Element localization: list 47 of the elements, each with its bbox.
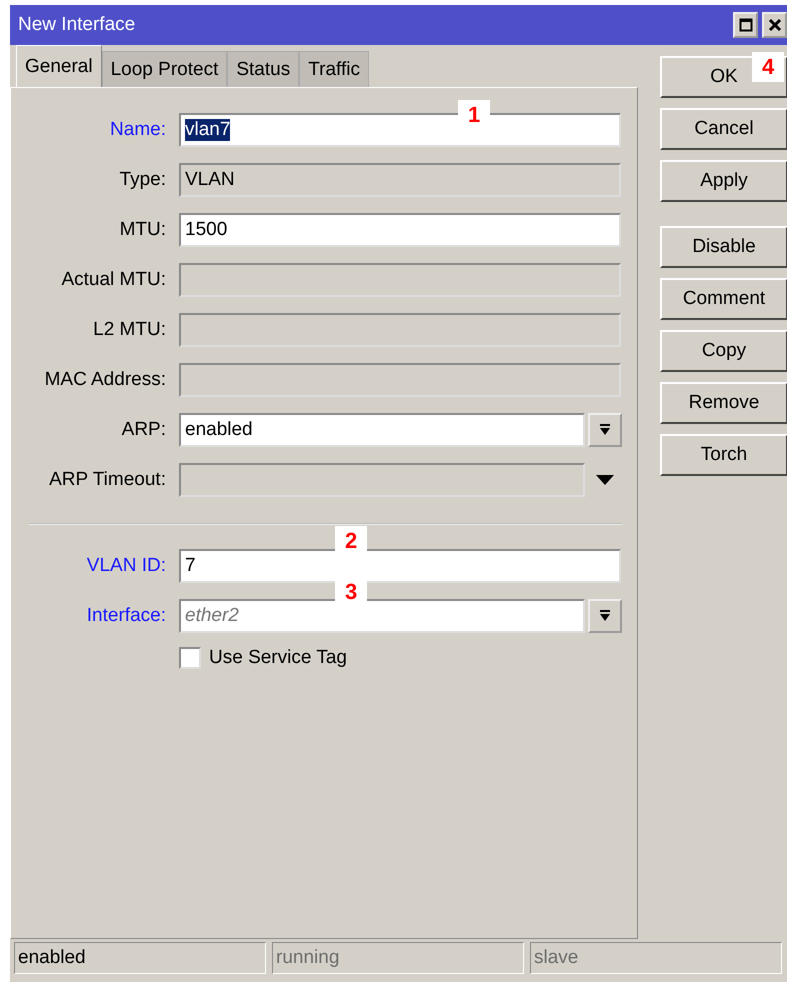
tab[interactable]: Loop Protect (102, 51, 228, 87)
dropdown-button[interactable] (588, 413, 622, 447)
field-label: Interface: (86, 605, 166, 627)
window-title: New Interface (18, 14, 136, 36)
dropdown-arrow-icon[interactable] (596, 475, 614, 485)
field-label: MTU: (118, 219, 166, 241)
field-label: L2 MTU: (92, 319, 166, 341)
field-value: 7 (185, 555, 196, 577)
tab[interactable]: Traffic (299, 51, 369, 87)
dropdown-field[interactable]: enabled (179, 413, 585, 447)
dialog-button[interactable]: Copy (660, 330, 787, 372)
dropdown-field[interactable]: ether2 (179, 599, 585, 633)
dialog-button[interactable]: Comment (660, 278, 787, 320)
dropdown-arrow-icon (599, 423, 611, 437)
field-value: VLAN (185, 169, 235, 191)
dropdown-arrow-icon (599, 609, 611, 623)
close-icon (768, 18, 782, 32)
checkbox-label: Use Service Tag (209, 647, 347, 669)
status-cell: slave (530, 942, 782, 974)
field-label: Name: (109, 119, 166, 141)
input-field[interactable]: 7 (179, 549, 621, 583)
dialog-button[interactable]: Cancel (660, 108, 787, 150)
dialog-button[interactable]: Remove (660, 382, 787, 424)
field-placeholder: ether2 (185, 605, 239, 627)
status-cell: enabled (14, 942, 266, 974)
input-field[interactable]: 1500 (179, 213, 621, 247)
field-value: vlan7 (185, 119, 230, 141)
field-label: VLAN ID: (86, 555, 166, 577)
field-label: Actual MTU: (60, 269, 166, 291)
dialog-button[interactable]: Torch (660, 434, 787, 476)
field-value: 1500 (185, 219, 228, 241)
field-label: MAC Address: (44, 369, 166, 391)
status-cell: running (272, 942, 524, 974)
field-label: ARP Timeout: (48, 469, 166, 491)
tab[interactable]: Status (227, 51, 300, 87)
maximize-icon (738, 18, 752, 32)
tab[interactable]: General (16, 45, 102, 87)
field-label: ARP: (120, 419, 166, 441)
annotation-number: 4 (752, 52, 784, 82)
close-button[interactable] (762, 12, 787, 38)
field-label: Type: (118, 169, 166, 191)
dialog-button[interactable]: Apply (660, 160, 787, 202)
field-value: enabled (185, 419, 253, 441)
checkbox[interactable] (179, 647, 201, 669)
dialog-button[interactable]: Disable (660, 226, 787, 268)
maximize-button[interactable] (733, 12, 758, 38)
dropdown-button[interactable] (588, 599, 622, 633)
